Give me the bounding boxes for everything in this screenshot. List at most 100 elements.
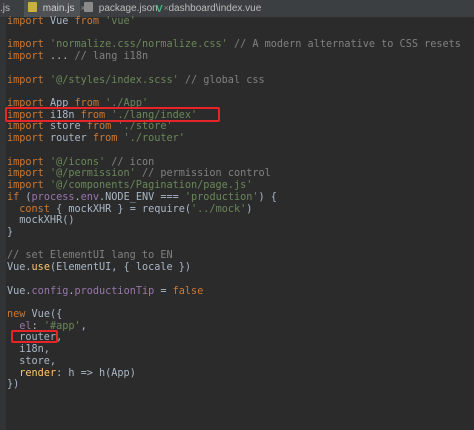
code-token: from (86, 121, 118, 133)
code-token: import (7, 121, 50, 133)
code-line[interactable]: import '@/components/Pagination/page.js' (7, 180, 474, 192)
code-token: .NODE_ENV === (99, 191, 185, 203)
code-line[interactable]: } (7, 227, 474, 239)
tab-label: package.json (98, 3, 158, 14)
code-token: i18n, (7, 344, 50, 356)
json-file-icon (84, 2, 93, 12)
js-file-icon (28, 2, 37, 12)
code-token: if (7, 191, 26, 203)
code-line[interactable]: Vue.use(ElementUI, { locale }) (7, 262, 474, 274)
code-token: import (7, 74, 50, 86)
code-token: ) { (258, 191, 277, 203)
code-token: : h => h(App) (56, 367, 136, 379)
code-token: './router' (123, 133, 185, 145)
code-token: mockXHR() (7, 215, 75, 227)
code-line[interactable] (7, 86, 474, 98)
code-area[interactable]: import Vue from 'vue' import 'normalize.c… (7, 16, 474, 391)
code-token: , (80, 320, 87, 332)
editor-gutter (0, 18, 6, 430)
code-token: import (7, 51, 50, 63)
highlight-i18n-import (5, 107, 220, 122)
code-line[interactable]: import 'normalize.css/normalize.css' // … (7, 39, 474, 51)
tab-dashboard-index-vue[interactable]: V dashboard\index.vue (152, 0, 261, 17)
code-token: config (31, 285, 69, 297)
code-token: import (7, 39, 50, 51)
code-line[interactable]: import '@/permission' // permission cont… (7, 168, 474, 180)
code-line[interactable]: import '@/icons' // icon (7, 157, 474, 169)
code-token: // lang i18n (74, 51, 149, 63)
code-token: import (7, 133, 50, 145)
code-token: from (74, 16, 106, 27)
code-line[interactable]: const { mockXHR } = require('../mock') (7, 204, 474, 216)
code-line[interactable]: mockXHR() (7, 215, 474, 227)
code-token: '@/icons' (49, 156, 112, 168)
code-line[interactable]: import ... // lang i18n (7, 51, 474, 63)
code-line[interactable]: router, (7, 332, 474, 344)
code-token: // A modern alternative to CSS resets (233, 39, 461, 51)
code-token: import (7, 180, 50, 192)
code-line[interactable]: }) (7, 379, 474, 391)
code-token: 'production' (184, 191, 259, 203)
code-line[interactable]: store, (7, 356, 474, 368)
code-line[interactable] (7, 145, 474, 157)
tab-js-file[interactable]: .js (0, 0, 24, 17)
code-line[interactable]: import store from './store' (7, 121, 474, 133)
code-token: env (80, 191, 100, 203)
code-token: store (49, 121, 87, 133)
code-token: Vue. (7, 285, 32, 297)
highlight-i18n-option (11, 330, 58, 343)
code-token: '@/components/Pagination/page.js' (49, 180, 253, 192)
code-line[interactable]: import Vue from 'vue' (7, 16, 474, 28)
code-line[interactable]: import router from './router' (7, 133, 474, 145)
tab-package-json[interactable]: package.json × (80, 0, 169, 17)
code-token: '@/permission' (49, 168, 142, 180)
code-token: false (172, 285, 204, 297)
code-token: productionTip (74, 285, 161, 297)
code-token: // permission control (141, 168, 271, 180)
code-line[interactable] (7, 28, 474, 40)
code-line[interactable]: if (process.env.NODE_ENV === 'production… (7, 192, 474, 204)
code-token: // global css (184, 74, 265, 86)
code-line[interactable]: new Vue({ (7, 309, 474, 321)
code-token: = (160, 285, 173, 297)
code-token: // set ElementUI lang to EN (7, 250, 173, 262)
code-token: ) (246, 203, 253, 215)
code-token: '../mock' (191, 203, 247, 215)
code-token: } (7, 226, 14, 238)
code-line[interactable] (7, 274, 474, 286)
code-token: import (7, 16, 50, 27)
code-token: const (19, 203, 57, 215)
code-line[interactable]: i18n, (7, 344, 474, 356)
code-line[interactable]: // set ElementUI lang to EN (7, 250, 474, 262)
code-token: Vue({ (31, 308, 63, 320)
code-line[interactable]: import '@/styles/index.scss' // global c… (7, 75, 474, 87)
code-token: // icon (111, 156, 155, 168)
code-token: from (92, 133, 124, 145)
code-line[interactable]: Vue.config.productionTip = false (7, 286, 474, 298)
code-token: ... (49, 51, 75, 63)
code-token: import (7, 168, 50, 180)
code-line[interactable]: el: '#app', (7, 321, 474, 333)
code-line[interactable]: render: h => h(App) (7, 368, 474, 380)
code-token: './store' (117, 121, 173, 133)
code-line[interactable] (7, 239, 474, 251)
code-token: new (7, 308, 32, 320)
code-token: { mockXHR } = require( (56, 203, 192, 215)
code-editor[interactable]: import Vue from 'vue' import 'normalize.c… (0, 16, 474, 430)
tab-main-js[interactable]: main.js × (24, 0, 86, 17)
code-line[interactable] (7, 63, 474, 75)
code-token: render (19, 367, 57, 379)
tab-label: .js (0, 3, 10, 14)
code-token: router (49, 133, 93, 145)
code-token: (ElementUI, { locale }) (49, 262, 192, 274)
code-token: import (7, 156, 50, 168)
code-token: Vue (49, 16, 75, 27)
code-token: Vue. (7, 262, 32, 274)
code-token: use (31, 262, 50, 274)
code-token: 'normalize.css/normalize.css' (49, 39, 234, 51)
tab-label: main.js (42, 3, 75, 14)
code-line[interactable] (7, 297, 474, 309)
tab-label: dashboard\index.vue (168, 3, 262, 14)
